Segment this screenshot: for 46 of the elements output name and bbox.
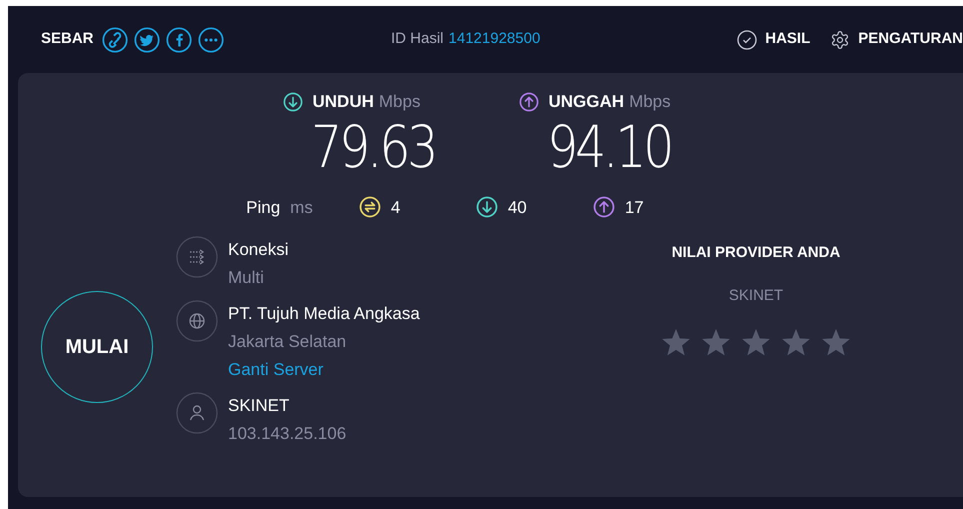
share-label: SEBAR (41, 29, 94, 50)
person-icon (176, 392, 218, 434)
speed-label: UNDUH (312, 91, 374, 113)
star-icon[interactable] (661, 327, 691, 357)
swap-icon (358, 196, 381, 218)
globe-icon (176, 300, 218, 342)
upload-icon (592, 196, 615, 218)
ping-value: 17 (624, 196, 644, 218)
rating-title: NILAI PROVIDER ANDA (672, 243, 840, 263)
info-title: Koneksi (228, 239, 288, 261)
star-icon[interactable] (701, 327, 731, 357)
change-server-link[interactable]: Ganti Server (228, 356, 420, 384)
settings-button[interactable]: PENGATURAN (830, 28, 963, 51)
arrows-icon (176, 236, 218, 278)
more-icon[interactable] (198, 26, 224, 52)
info-subtitle: Jakarta Selatan (228, 331, 348, 353)
star-icon[interactable] (781, 327, 811, 357)
results-button[interactable]: HASIL (737, 28, 810, 51)
speed-value: 79.63 (310, 114, 435, 178)
star-icon[interactable] (821, 327, 851, 357)
result-id-label: ID Hasil (391, 29, 444, 50)
upload-icon (518, 92, 538, 112)
star-icon[interactable] (741, 327, 771, 357)
info-title: SKINET (228, 395, 290, 417)
check-circle-icon (737, 30, 758, 50)
info-title: PT. Tujuh Media Angkasa (228, 303, 420, 325)
info-subtitle: 103.143.25.106 (228, 423, 346, 445)
ping-value: 40 (508, 196, 527, 218)
download-icon (476, 196, 498, 218)
star-rating[interactable] (661, 327, 851, 357)
bird-icon[interactable] (134, 26, 160, 52)
speed-unit: Mbps (629, 91, 671, 113)
info-subtitle: Multi (228, 267, 265, 289)
result-id-link[interactable]: 14121928500 (448, 28, 540, 51)
speed-label: UNGGAH (548, 91, 624, 113)
speed-unit: Mbps (378, 91, 420, 113)
download-icon (282, 92, 302, 112)
ping-unit: ms (290, 196, 313, 218)
settings-icon (830, 30, 850, 50)
speed-value: 94.10 (546, 114, 671, 178)
start-button[interactable]: MULAI (41, 291, 153, 403)
f-letter-icon[interactable] (166, 26, 192, 52)
link-icon[interactable] (102, 26, 128, 52)
ping-value: 4 (390, 196, 400, 218)
ping-label: Ping (246, 196, 280, 218)
provider-name: SKINET (728, 286, 784, 306)
